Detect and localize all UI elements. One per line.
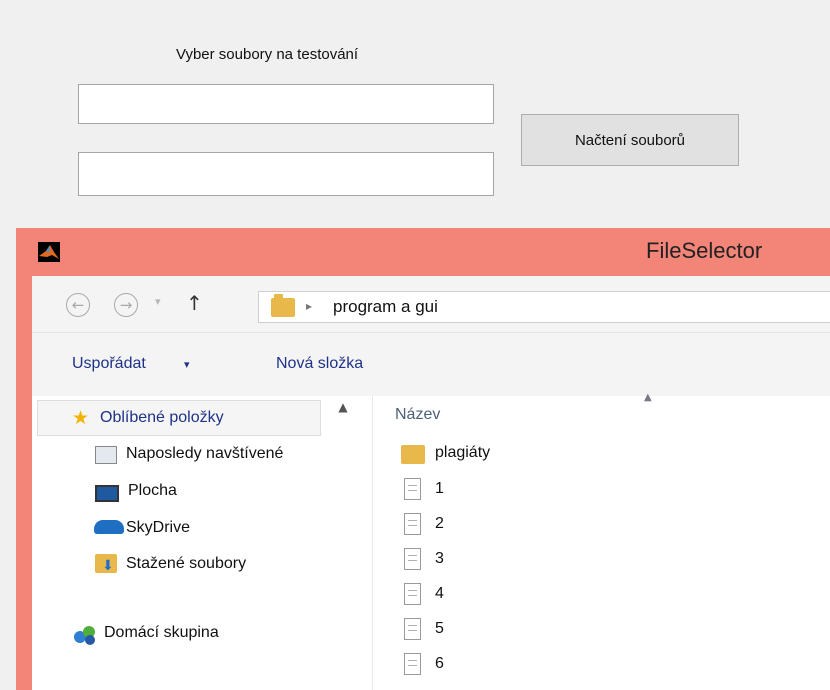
navigation-pane: ▲ ★ Oblíbené položky Naposledy navštíven… bbox=[32, 396, 373, 690]
up-arrow-icon[interactable]: ↑ bbox=[186, 291, 203, 315]
star-icon: ★ bbox=[72, 407, 90, 429]
desktop-icon bbox=[95, 485, 119, 502]
file-list: ▲ Název plagiáty 1 2 3 4 5 6 bbox=[373, 392, 830, 690]
recent-locations-dropdown[interactable]: ▾ bbox=[155, 295, 161, 308]
document-icon bbox=[404, 513, 421, 535]
file-name: plagiáty bbox=[435, 444, 491, 461]
document-icon bbox=[404, 478, 421, 500]
file-name: 2 bbox=[435, 515, 444, 532]
file-name: 1 bbox=[435, 480, 444, 497]
sidebar-item-skydrive[interactable]: SkyDrive bbox=[126, 519, 190, 537]
sort-ascending-icon: ▲ bbox=[644, 392, 652, 403]
document-icon bbox=[404, 653, 421, 675]
sidebar-item-homegroup[interactable]: Domácí skupina bbox=[104, 624, 219, 642]
folder-icon bbox=[401, 445, 425, 464]
chevron-down-icon: ▾ bbox=[184, 358, 190, 371]
dialog-toolbar: Uspořádat ▾ Nová složka bbox=[32, 332, 830, 397]
download-arrow-icon: ⬇ bbox=[102, 558, 114, 574]
breadcrumb-separator[interactable]: ▸ bbox=[306, 299, 312, 313]
back-arrow-icon: ← bbox=[71, 296, 85, 314]
dialog-title: FileSelector bbox=[646, 238, 763, 263]
document-icon bbox=[404, 583, 421, 605]
organize-button[interactable]: Uspořádat bbox=[72, 355, 146, 373]
navigation-bar: ← → ▾ ↑ ▸ program a gui bbox=[32, 276, 830, 332]
file-path-field-1[interactable] bbox=[78, 84, 494, 124]
back-button[interactable]: ← bbox=[66, 293, 90, 317]
folder-icon bbox=[271, 294, 295, 317]
matlab-logo-icon bbox=[38, 242, 60, 262]
recent-places-icon bbox=[95, 446, 117, 464]
file-select-label: Vyber soubory na testování bbox=[176, 46, 359, 63]
file-name: 5 bbox=[435, 620, 444, 637]
favorites-label[interactable]: Oblíbené položky bbox=[100, 409, 224, 427]
sidebar-item-recent[interactable]: Naposledy navštívené bbox=[126, 445, 338, 463]
skydrive-icon bbox=[94, 520, 124, 534]
document-icon bbox=[404, 548, 421, 570]
file-selector-dialog: FileSelector ← → ▾ ↑ ▸ program a gui Usp… bbox=[16, 228, 830, 690]
file-name: 4 bbox=[435, 585, 444, 602]
column-header-name[interactable]: Název bbox=[395, 406, 440, 424]
document-icon bbox=[404, 618, 421, 640]
breadcrumb-path[interactable]: program a gui bbox=[333, 297, 438, 317]
load-files-button[interactable]: Načtení souborů bbox=[521, 114, 739, 166]
file-name: 6 bbox=[435, 655, 444, 672]
file-path-field-2[interactable] bbox=[78, 152, 494, 196]
file-name: 3 bbox=[435, 550, 444, 567]
sidebar-item-downloads[interactable]: Stažené soubory bbox=[126, 555, 246, 573]
homegroup-icon bbox=[72, 624, 98, 646]
new-folder-button[interactable]: Nová složka bbox=[276, 355, 363, 373]
address-bar[interactable]: ▸ program a gui bbox=[258, 291, 830, 323]
forward-button[interactable]: → bbox=[114, 293, 138, 317]
forward-arrow-icon: → bbox=[119, 296, 133, 314]
scroll-up-icon[interactable]: ▲ bbox=[332, 396, 354, 418]
sidebar-item-desktop[interactable]: Plocha bbox=[128, 482, 177, 500]
dialog-content: ← → ▾ ↑ ▸ program a gui Uspořádat ▾ Nová… bbox=[32, 276, 830, 690]
